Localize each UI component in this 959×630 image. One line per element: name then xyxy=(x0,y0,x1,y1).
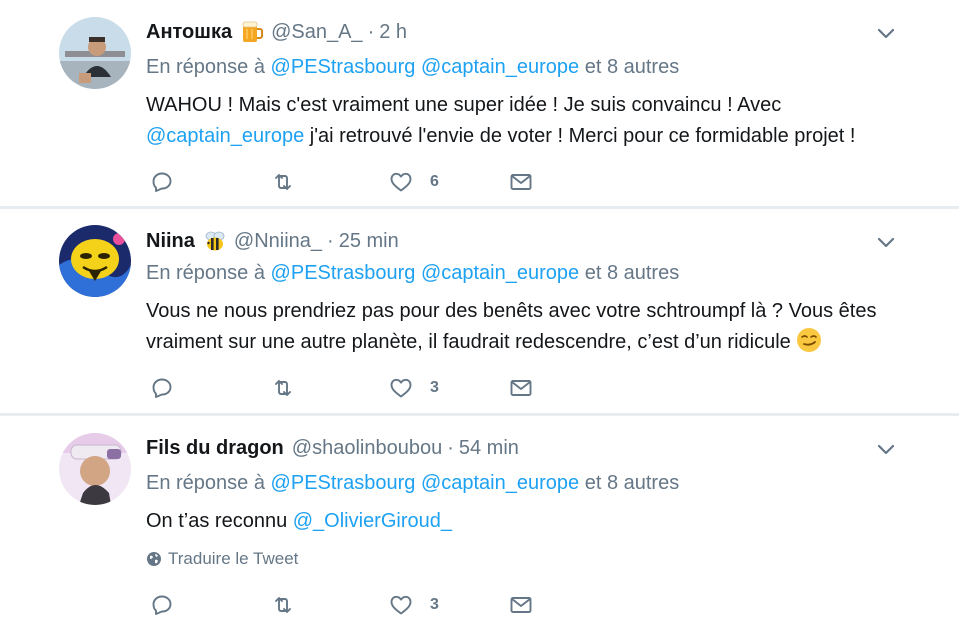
tweet-text-part: Vous ne nous prendriez pas pour des benê… xyxy=(146,300,877,353)
reply-others[interactable]: et 8 autres xyxy=(585,472,680,494)
like-button[interactable]: 3 xyxy=(389,373,439,403)
mention-link[interactable]: @_OlivierGiroud_ xyxy=(293,510,452,532)
direct-message-button[interactable] xyxy=(509,590,533,620)
retweet-button[interactable] xyxy=(271,373,295,403)
tweet-actions: 6 xyxy=(146,167,566,197)
tweet-text: WAHOU ! Mais c'est vraiment une super id… xyxy=(146,90,916,152)
avatar[interactable] xyxy=(59,17,131,89)
smirking-face-icon xyxy=(796,327,822,353)
display-name[interactable]: Fils du dragon xyxy=(146,437,284,460)
heart-icon xyxy=(390,595,412,615)
reply-others[interactable]: et 8 autres xyxy=(585,262,680,284)
retweet-icon xyxy=(275,597,291,613)
separator-dot: · xyxy=(367,20,375,43)
user-handle[interactable]: @Nniina_ xyxy=(234,230,322,253)
tweet-actions: 3 xyxy=(146,590,566,620)
bee-icon xyxy=(202,228,228,254)
reply-button[interactable] xyxy=(150,373,174,403)
retweet-icon xyxy=(275,380,291,396)
reply-others[interactable]: et 8 autres xyxy=(585,56,680,78)
mention-link[interactable]: @PEStrasbourg xyxy=(271,262,416,284)
like-button[interactable]: 3 xyxy=(389,590,439,620)
chevron-down-icon[interactable] xyxy=(875,231,897,253)
reply-context: En réponse à @PEStrasbourg @captain_euro… xyxy=(146,56,679,79)
separator-dot: · xyxy=(447,436,454,459)
reply-prefix: En réponse à xyxy=(146,56,265,78)
mention-link[interactable]: @captain_europe xyxy=(421,56,579,78)
beer-icon xyxy=(239,19,265,45)
tweet[interactable]: Fils du dragon @shaolinboubou · 54 min E… xyxy=(0,416,959,630)
tweet-text-part: WAHOU ! Mais c'est vraiment une super id… xyxy=(146,94,782,116)
tweet-text-part: On t’as reconnu xyxy=(146,510,293,532)
timestamp[interactable]: 25 min xyxy=(339,230,399,253)
mention-link[interactable]: @PEStrasbourg xyxy=(271,56,416,78)
retweet-icon xyxy=(275,174,291,190)
reply-button[interactable] xyxy=(150,167,174,197)
tweet[interactable]: Антошка @San_A_ · 2 h En réponse à @PESt… xyxy=(0,0,959,206)
display-name[interactable]: Niina xyxy=(146,230,195,253)
tweet-text: Vous ne nous prendriez pas pour des benê… xyxy=(146,296,916,358)
reply-button[interactable] xyxy=(150,590,174,620)
heart-icon xyxy=(390,378,412,398)
chevron-down-icon[interactable] xyxy=(875,438,897,460)
direct-message-button[interactable] xyxy=(509,373,533,403)
chevron-down-icon[interactable] xyxy=(875,22,897,44)
direct-message-button[interactable] xyxy=(509,167,533,197)
user-handle[interactable]: @shaolinboubou xyxy=(292,437,442,460)
tweet-header: Fils du dragon @shaolinboubou · 54 min xyxy=(146,434,519,462)
tweet-actions: 3 xyxy=(146,373,566,403)
display-name[interactable]: Антошка xyxy=(146,21,232,44)
like-count: 6 xyxy=(430,173,439,190)
reply-prefix: En réponse à xyxy=(146,262,265,284)
reply-prefix: En réponse à xyxy=(146,472,265,494)
heart-icon xyxy=(390,172,412,192)
avatar[interactable] xyxy=(59,225,131,297)
mention-link[interactable]: @captain_europe xyxy=(421,472,579,494)
mention-link[interactable]: @captain_europe xyxy=(421,262,579,284)
like-count: 3 xyxy=(430,379,439,396)
translate-label[interactable]: Traduire le Tweet xyxy=(168,549,298,569)
globe-icon xyxy=(147,552,161,566)
timestamp[interactable]: 54 min xyxy=(459,437,519,460)
tweet-text: On t’as reconnu @_OlivierGiroud_ xyxy=(146,506,916,537)
envelope-icon xyxy=(510,174,532,190)
mention-link[interactable]: @captain_europe xyxy=(146,125,304,147)
timestamp[interactable]: 2 h xyxy=(379,21,407,44)
envelope-icon xyxy=(510,597,532,613)
reply-context: En réponse à @PEStrasbourg @captain_euro… xyxy=(146,472,679,495)
reply-icon xyxy=(152,172,172,192)
retweet-button[interactable] xyxy=(271,590,295,620)
separator-dot: · xyxy=(327,229,334,252)
avatar[interactable] xyxy=(59,433,131,505)
user-handle[interactable]: @San_A_ xyxy=(271,21,362,44)
reply-context: En réponse à @PEStrasbourg @captain_euro… xyxy=(146,262,679,285)
like-count: 3 xyxy=(430,596,439,613)
reply-icon xyxy=(152,378,172,398)
retweet-button[interactable] xyxy=(271,167,295,197)
tweet-header: Niina @Nniina_ · 25 min xyxy=(146,227,399,255)
translate-tweet-link[interactable]: Traduire le Tweet xyxy=(146,549,298,569)
tweet-text-part: j'ai retrouvé l'envie de voter ! Merci p… xyxy=(304,125,856,147)
tweet-feed: Антошка @San_A_ · 2 h En réponse à @PESt… xyxy=(0,0,959,630)
tweet[interactable]: Niina @Nniina_ · 25 min En réponse à @PE… xyxy=(0,209,959,413)
envelope-icon xyxy=(510,380,532,396)
tweet-header: Антошка @San_A_ · 2 h xyxy=(146,18,407,46)
mention-link[interactable]: @PEStrasbourg xyxy=(271,472,416,494)
like-button[interactable]: 6 xyxy=(389,167,439,197)
reply-icon xyxy=(152,595,172,615)
